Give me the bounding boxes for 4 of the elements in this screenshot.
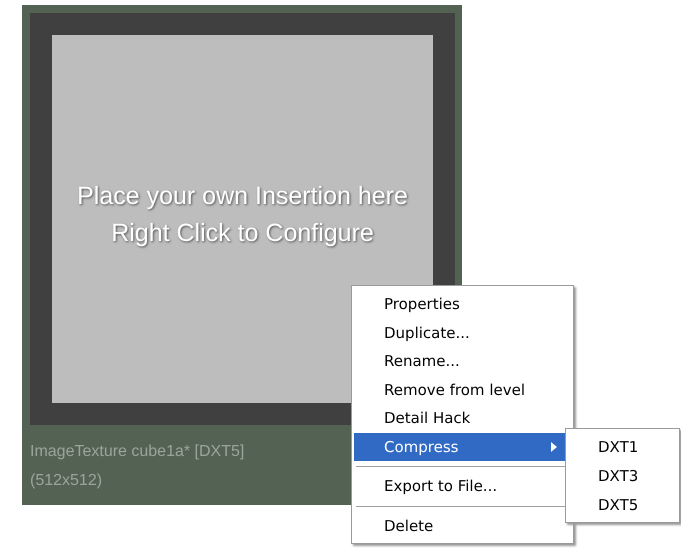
texture-caption: (512x512) xyxy=(30,471,102,491)
placeholder-text: Place your own Insertion here xyxy=(77,181,408,212)
texture-caption: ImageTexture cube1a* [DXT5] xyxy=(30,442,244,462)
placeholder-text: Right Click to Configure xyxy=(111,218,374,249)
